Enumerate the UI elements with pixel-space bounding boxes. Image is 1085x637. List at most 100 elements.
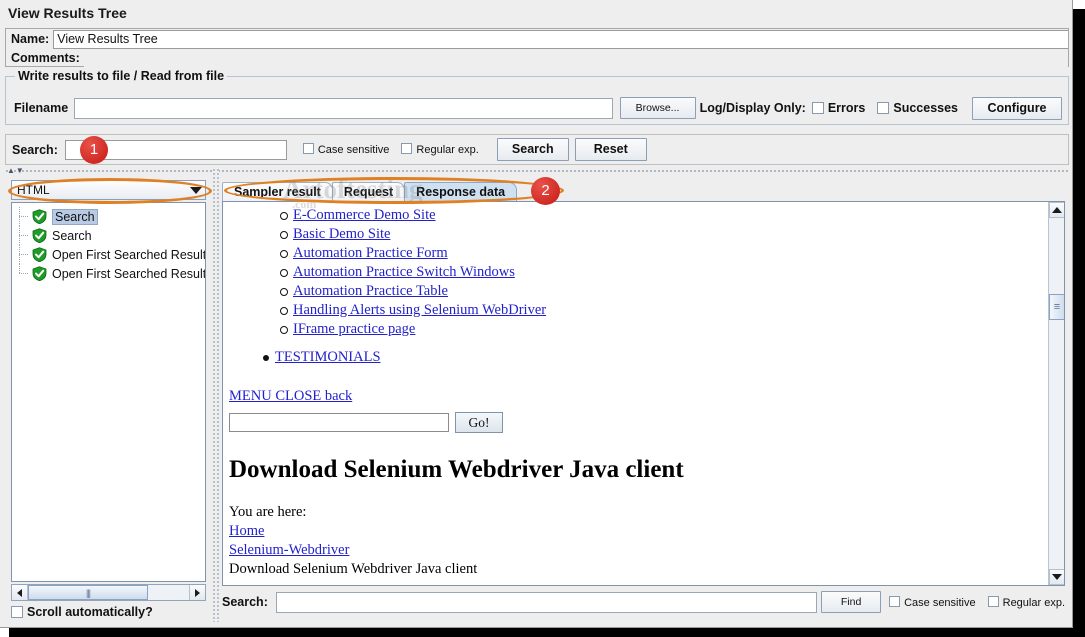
tree-item-label: Search xyxy=(52,209,98,225)
filename-label: Filename xyxy=(12,101,68,115)
renderer-dropdown-value: HTML xyxy=(12,183,187,197)
breadcrumb: You are here: Home Selenium-Webdriver Do… xyxy=(229,503,1039,579)
results-tree[interactable]: Search Search xyxy=(11,202,206,582)
tree-elbow-icon xyxy=(19,226,31,245)
tree-item-label: Open First Searched Result xyxy=(52,267,206,281)
renderer-dropdown[interactable]: HTML xyxy=(11,180,206,200)
name-label: Name: xyxy=(6,32,49,46)
response-vertical-scrollbar[interactable] xyxy=(1048,202,1065,585)
log-display-only-label: Log/Display Only: xyxy=(700,101,806,115)
response-regular-exp-label: Regular exp. xyxy=(1003,597,1065,609)
response-search-label: Search: xyxy=(222,595,268,609)
window-shadow-right xyxy=(1073,9,1085,637)
nav-link[interactable]: IFrame practice page xyxy=(293,321,415,337)
name-input[interactable]: View Results Tree xyxy=(53,30,1068,49)
breadcrumb-link-selenium-webdriver[interactable]: Selenium-Webdriver xyxy=(229,542,349,558)
nav-link[interactable]: Automation Practice Form xyxy=(293,245,448,261)
tree-regular-exp-option[interactable]: Regular exp. xyxy=(401,143,478,156)
nav-link[interactable]: Basic Demo Site xyxy=(293,226,390,242)
scroll-automatically-checkbox[interactable] xyxy=(11,606,23,618)
rendered-html-document: E-Commerce Demo Site Basic Demo Site Aut… xyxy=(223,202,1045,585)
browse-button[interactable]: Browse... xyxy=(620,97,696,119)
breadcrumb-link-home[interactable]: Home xyxy=(229,523,264,539)
testimonials-list: TESTIMONIALS xyxy=(229,348,1039,367)
page-title: View Results Tree xyxy=(0,0,1073,26)
write-results-group-title: Write results to file / Read from file xyxy=(15,69,227,83)
tree-regular-exp-checkbox[interactable] xyxy=(401,143,412,154)
view-results-tree-window: View Results Tree Name: View Results Tre… xyxy=(0,0,1073,628)
tree-search-button[interactable]: Search xyxy=(497,138,569,161)
vertical-splitter[interactable] xyxy=(212,168,219,622)
scroll-automatically-label: Scroll automatically? xyxy=(27,605,153,619)
menu-close-row: MENU CLOSE back xyxy=(229,388,1039,405)
tab-response-data[interactable]: Response data xyxy=(404,182,517,202)
response-regular-exp-option[interactable]: Regular exp. xyxy=(988,596,1065,609)
tree-search-bar: Search: Case sensitive Regular exp. Sear… xyxy=(5,134,1069,165)
page-title-text: View Results Tree xyxy=(8,5,127,21)
nav-link[interactable]: Automation Practice Switch Windows xyxy=(293,264,515,280)
response-case-sensitive-checkbox[interactable] xyxy=(889,596,900,607)
tab-request[interactable]: Request xyxy=(332,182,405,202)
tree-hscroll-thumb[interactable] xyxy=(28,585,148,600)
configure-button[interactable]: Configure xyxy=(972,97,1062,120)
tree-item-label: Open First Searched Result xyxy=(52,248,206,262)
list-item: Handling Alerts using Selenium WebDriver xyxy=(293,301,1039,320)
tree-item[interactable]: Open First Searched Result xyxy=(12,245,205,264)
scroll-down-icon[interactable] xyxy=(1049,569,1065,585)
scroll-right-icon[interactable] xyxy=(189,585,205,600)
write-results-group: Write results to file / Read from file F… xyxy=(5,76,1069,125)
tree-case-sensitive-option[interactable]: Case sensitive xyxy=(303,143,390,156)
nav-link[interactable]: Handling Alerts using Selenium WebDriver xyxy=(293,302,546,318)
nav-link[interactable]: E-Commerce Demo Site xyxy=(293,207,436,223)
filename-row: Filename Browse... Log/Display Only: Err… xyxy=(6,93,1068,123)
response-search-input[interactable] xyxy=(276,592,817,613)
horizontal-splitter[interactable] xyxy=(5,168,1069,173)
tree-case-sensitive-label: Case sensitive xyxy=(318,144,390,156)
tree-item[interactable]: Search xyxy=(12,207,205,226)
success-shield-icon xyxy=(32,266,47,281)
response-data-viewport[interactable]: E-Commerce Demo Site Basic Demo Site Aut… xyxy=(222,201,1065,586)
site-search-form: Go! xyxy=(229,412,1039,433)
comments-row: Comments: xyxy=(6,49,1068,67)
tree-search-label: Search: xyxy=(12,143,58,157)
menu-close-back-link[interactable]: MENU CLOSE back xyxy=(229,388,352,404)
tree-case-sensitive-checkbox[interactable] xyxy=(303,143,314,154)
tree-horizontal-scrollbar[interactable] xyxy=(11,584,206,601)
tree-reset-button[interactable]: Reset xyxy=(575,138,647,161)
response-vscroll-thumb[interactable] xyxy=(1049,294,1065,320)
splitter-collapse-arrows[interactable]: ▲▼ xyxy=(7,167,29,174)
chevron-down-icon[interactable] xyxy=(187,181,205,199)
site-search-input[interactable] xyxy=(229,413,449,432)
scroll-left-icon[interactable] xyxy=(12,585,28,600)
screenshot-root: View Results Tree Name: View Results Tre… xyxy=(0,0,1085,637)
successes-checkbox[interactable] xyxy=(877,102,889,114)
tree-elbow-icon xyxy=(19,264,31,283)
response-case-sensitive-option[interactable]: Case sensitive xyxy=(889,596,976,609)
comments-input[interactable] xyxy=(84,50,1068,67)
testimonials-link[interactable]: TESTIMONIALS xyxy=(275,349,381,365)
annotation-badge-2: 2 xyxy=(531,177,560,205)
name-comments-box: Name: View Results Tree Comments: xyxy=(5,28,1069,67)
errors-checkbox[interactable] xyxy=(812,102,824,114)
success-shield-icon xyxy=(32,209,47,224)
list-item: Automation Practice Form xyxy=(293,244,1039,263)
response-regular-exp-checkbox[interactable] xyxy=(988,596,999,607)
document-heading: Download Selenium Webdriver Java client xyxy=(229,456,1039,484)
list-item: E-Commerce Demo Site xyxy=(293,206,1039,225)
tree-elbow-icon xyxy=(19,245,31,264)
scroll-up-icon[interactable] xyxy=(1049,202,1065,218)
nav-link[interactable]: Automation Practice Table xyxy=(293,283,448,299)
filename-input[interactable] xyxy=(74,98,612,119)
comments-label: Comments: xyxy=(6,51,80,65)
scroll-automatically-option[interactable]: Scroll automatically? xyxy=(11,605,153,619)
tree-item-label: Search xyxy=(52,229,92,243)
tree-item[interactable]: Search xyxy=(12,226,205,245)
go-button[interactable]: Go! xyxy=(455,412,503,433)
success-shield-icon xyxy=(32,228,47,243)
tab-sampler-result[interactable]: Sampler result xyxy=(222,182,333,202)
tree-elbow-icon xyxy=(19,207,31,226)
breadcrumb-prefix: You are here: xyxy=(229,503,1039,522)
result-tabs: Sampler result Request Response data xyxy=(222,180,516,202)
find-button[interactable]: Find xyxy=(821,591,881,613)
tree-item[interactable]: Open First Searched Result xyxy=(12,264,205,283)
